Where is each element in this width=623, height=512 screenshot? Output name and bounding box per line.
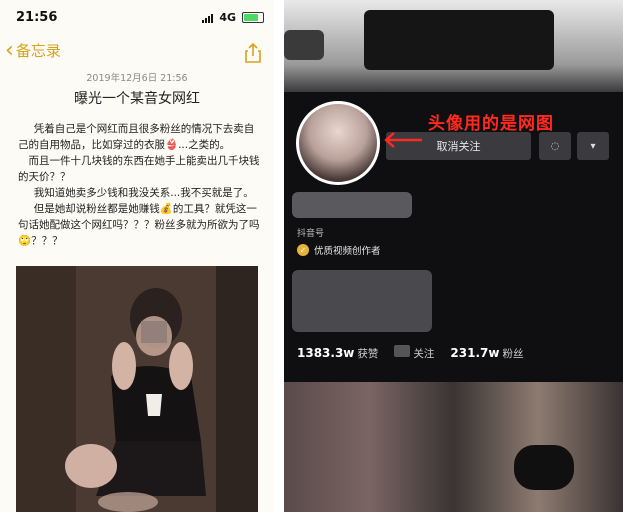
redaction-block (292, 270, 432, 332)
status-icons: 4G (202, 11, 264, 24)
profile-screen: 取消关注 ◌ ▾ 头像用的是网图 抖音号 ✓ 优质视频创作者 1383.3w 获… (284, 0, 623, 512)
battery-icon (242, 12, 264, 23)
check-badge-icon: ✓ (297, 244, 309, 256)
signal-icon (202, 13, 214, 23)
creator-badge: ✓ 优质视频创作者 (297, 243, 381, 257)
note-paragraph: 凭着自己是个网红而且很多粉丝的情况下去卖自己的自用物品，比如穿过的衣服👙...之… (18, 123, 255, 151)
following-label[interactable]: 关注 (413, 346, 434, 361)
followers-value: 231.7w (450, 346, 500, 360)
redaction-block (394, 345, 411, 357)
note-date: 2019年12月6日 21:56 (86, 73, 188, 84)
redaction-block (514, 445, 574, 490)
back-button[interactable]: ‹ 备忘录 (5, 37, 61, 63)
divider (274, 0, 284, 512)
note-body[interactable]: 凭着自己是个网红而且很多粉丝的情况下去卖自己的自用物品，比如穿过的衣服👙...之… (18, 121, 264, 249)
avatar[interactable] (296, 101, 380, 185)
notes-screen: 21:56 4G ‹ 备忘录 2019年12月6日 21:56 曝光一个某音女网… (0, 0, 274, 512)
status-time: 21:56 (16, 10, 58, 25)
note-photo (16, 266, 258, 512)
redaction-block (284, 30, 324, 60)
likes-value: 1383.3w (297, 346, 355, 360)
network-label: 4G (219, 11, 236, 24)
note-paragraph: 而且一件十几块钱的东西在她手上能卖出几千块钱的天价？？ (18, 155, 260, 183)
dropdown-button[interactable]: ▾ (577, 132, 609, 160)
note-paragraph: 但是她却说粉丝都是她赚钱💰的工具？就凭这一句话她配做这个网红吗？？？粉丝多就为所… (18, 203, 260, 247)
message-button[interactable]: ◌ (539, 132, 571, 160)
creator-badge-label: 优质视频创作者 (314, 246, 381, 257)
back-label: 备忘录 (15, 42, 61, 60)
redaction-block (292, 192, 412, 218)
followers-label[interactable]: 粉丝 (502, 346, 523, 361)
redaction-block (364, 10, 554, 70)
note-title: 曝光一个某音女网红 (74, 91, 200, 107)
chevron-left-icon: ‹ (5, 37, 14, 63)
share-icon[interactable] (242, 42, 264, 64)
blurred-video-grid[interactable] (284, 382, 623, 512)
douyin-id-label: 抖音号 (297, 229, 325, 239)
arrow-annotation-icon (384, 132, 422, 148)
likes-label: 获赞 (357, 348, 379, 360)
annotation-label: 头像用的是网图 (428, 114, 554, 134)
note-paragraph: 我知道她卖多少钱和我没关系...我不买就是了。 (33, 187, 254, 199)
blurred-figure (16, 266, 258, 512)
profile-stats: 1383.3w 获赞 关注 231.7w 粉丝 (297, 345, 523, 361)
